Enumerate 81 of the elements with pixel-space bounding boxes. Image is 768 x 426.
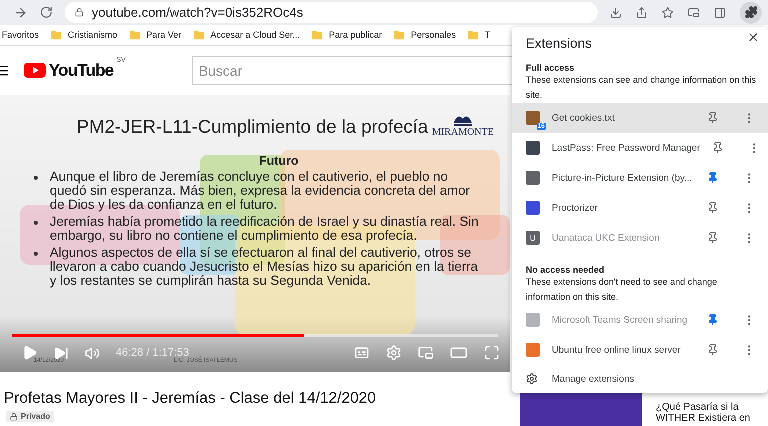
pin-icon [712, 142, 724, 154]
progress-track[interactable] [12, 334, 498, 337]
volume-button[interactable] [85, 346, 100, 360]
close-button[interactable] [747, 31, 760, 44]
reload-icon[interactable] [40, 6, 53, 19]
extension-name[interactable]: Get cookies.txt [552, 112, 695, 124]
section-heading: No access needed [525, 265, 606, 275]
pin-button[interactable] [707, 112, 719, 124]
pin-icon [707, 172, 719, 184]
video-title: Profetas Mayores II - Jeremías - Clase del 14/12/2020 [4, 390, 378, 408]
slide-heading: Futuro [259, 154, 299, 168]
bullet-icon [34, 252, 38, 256]
picture-in-picture-icon[interactable] [688, 6, 700, 18]
bullet-icon [34, 176, 38, 180]
popup-title: Extensions [526, 36, 592, 51]
bookmark[interactable]: Para Ver [130, 30, 182, 40]
puzzle-icon [744, 6, 758, 19]
share-icon[interactable] [636, 6, 648, 18]
manage-extensions-button[interactable]: Manage extensions [512, 365, 768, 393]
video-time: 46:28 / 1:17:53 [116, 347, 190, 359]
pin-icon [707, 112, 719, 124]
forward-icon[interactable] [14, 6, 28, 20]
logo-text: YouTube [49, 60, 114, 80]
pin-button[interactable] [707, 202, 719, 214]
youtube-logo-icon [24, 63, 46, 78]
slide-title: PM2-JER-L11-Cumplimiento de la profecía [77, 116, 428, 138]
folder-icon [130, 30, 141, 40]
lock-icon [75, 8, 84, 17]
extensions-button[interactable] [740, 2, 762, 24]
recommendation-title[interactable]: WITHER Existiera en [656, 413, 750, 424]
bullet-text: Jeremías había prometido la reedificación de Israel y su dinastía real. Sin embargo, su libro no contiene el cumplimiento de esa profecía. [50, 215, 480, 243]
side-panel-icon[interactable] [714, 6, 726, 18]
bookmark[interactable]: Cristianismo [51, 30, 118, 40]
bookmark[interactable]: T [468, 30, 491, 40]
section-description: These extensions don't need to see and change information on this site. [525, 276, 718, 304]
extension-name[interactable]: Picture-in-Picture Extension (by... [552, 172, 695, 184]
folder-icon [394, 30, 406, 40]
folder-icon [468, 30, 480, 40]
folder-icon [312, 30, 324, 40]
video-player[interactable] [0, 95, 510, 372]
extension-name[interactable]: LastPass: Free Password Manager [552, 142, 700, 154]
visibility-badge: Privado [6, 411, 54, 422]
pin-button[interactable] [712, 142, 724, 154]
pin-button[interactable] [707, 344, 719, 356]
bullet-icon [34, 221, 38, 225]
star-icon[interactable] [662, 6, 674, 18]
address-bar[interactable]: youtube.com/watch?v=0is352ROc4s [65, 2, 598, 23]
section-heading: Full access [525, 63, 576, 73]
bookmark[interactable]: Personales [394, 30, 456, 40]
bullet-text: Algunos aspectos de ella sí se efectuaron al final del cautiverio, otros se llevaron a cabo cuando Jesucristo el Mesías hizo su aparición en la tierra y los restantes se cumplirán hasta su Segunda Venida. [50, 246, 480, 288]
pin-icon [707, 232, 719, 244]
pin-icon [707, 314, 719, 326]
extension-icon: U [526, 231, 540, 245]
school-logo-text: MIRAMONTE [432, 127, 494, 138]
close-icon [747, 31, 760, 44]
pin-icon [707, 344, 719, 356]
extension-row[interactable]: Proctorizer [512, 193, 768, 223]
extension-row[interactable]: LastPass: Free Password Manager [512, 133, 768, 163]
captions-button[interactable] [354, 345, 370, 361]
pin-button[interactable] [707, 172, 719, 184]
bookmark[interactable]: Accesar a Cloud Ser... [194, 30, 300, 40]
folder-icon [51, 30, 62, 40]
extension-row[interactable]: Ubuntu free online linux server [512, 335, 768, 365]
url-text: youtube.com/watch?v=0is352ROc4s [92, 5, 304, 20]
menu-icon[interactable] [0, 64, 10, 78]
extension-name[interactable]: Ubuntu free online linux server [552, 344, 695, 356]
bookmark[interactable]: Para publicar [312, 30, 382, 40]
pin-icon [707, 202, 719, 214]
bookmark[interactable]: Favoritos [2, 30, 40, 40]
lock-icon [10, 412, 18, 420]
recommendation-title[interactable]: ¿Qué Pasaría si la [656, 402, 750, 413]
thumbnail-placeholder[interactable] [520, 392, 642, 426]
bullet-text: Aunque el libro de Jeremías concluye con el cautiverio, el pueblo no quedó sin esperanza. Más bien, expresa la evidencia concreta del amor de Dios y les da confianza en el futuro. [50, 170, 472, 212]
fullscreen-button[interactable] [484, 345, 500, 361]
extension-name[interactable]: Proctorizer [552, 202, 695, 214]
folder-icon [194, 30, 205, 40]
settings-button[interactable] [386, 345, 402, 361]
miniplayer-button[interactable] [418, 345, 434, 361]
download-icon[interactable] [610, 6, 622, 18]
settings-icon [526, 373, 538, 385]
extension-row[interactable]: Picture-in-Picture Extension (by... [512, 163, 768, 193]
